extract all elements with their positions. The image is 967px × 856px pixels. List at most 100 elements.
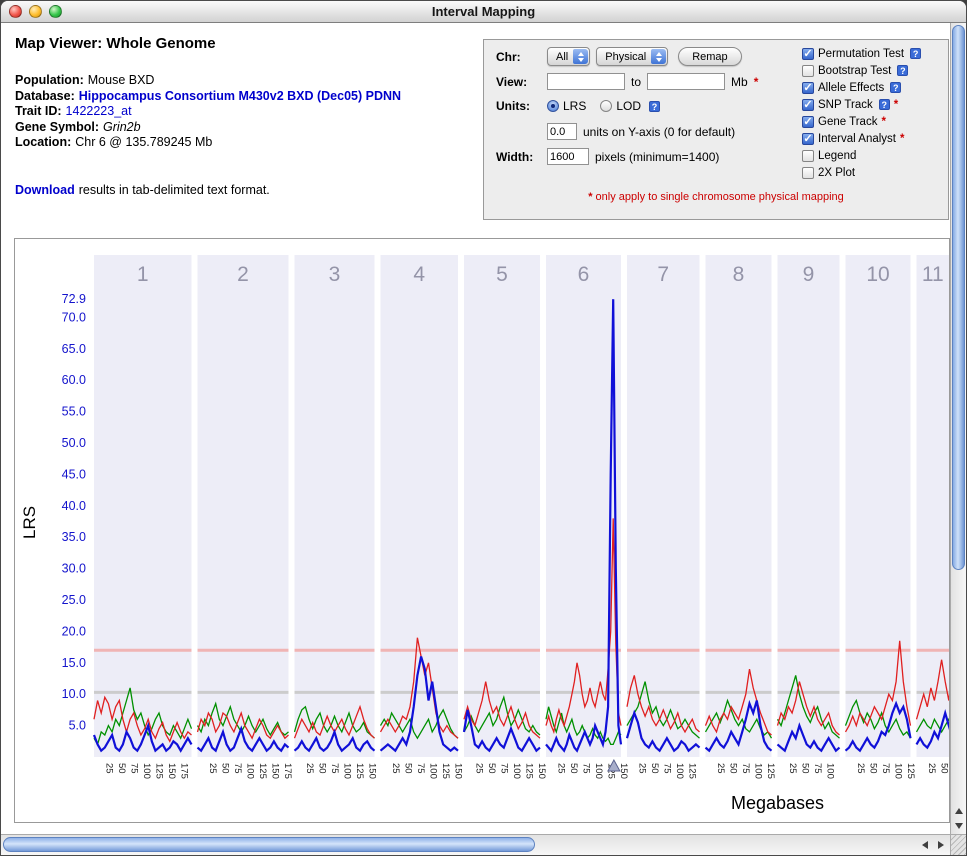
info-block: Map Viewer: Whole Genome Population:Mous… — [15, 35, 401, 197]
chromosome-band[interactable] — [846, 255, 911, 757]
x-axis-tick-label: 125 — [765, 763, 776, 779]
yaxis-units-input[interactable] — [547, 123, 577, 140]
chromosome-column-3[interactable]: 3255075100125150 — [295, 255, 378, 779]
checkbox-label: Gene Track — [818, 116, 877, 128]
chromosome-column-6[interactable]: 6255075100125150 — [546, 255, 629, 779]
chromosome-column-7[interactable]: 7255075100125 — [627, 255, 700, 779]
x-axis-tick-label: 100 — [342, 763, 353, 779]
genome-chart-svg[interactable]: 72.970.065.060.055.050.045.040.035.030.0… — [15, 239, 949, 822]
checkbox-row[interactable]: 2X Plot — [802, 164, 921, 181]
chromosome-band[interactable] — [706, 255, 772, 757]
x-axis-tick-label: 50 — [317, 763, 328, 774]
chromosome-band[interactable] — [295, 255, 375, 757]
checkbox-checked-icon[interactable]: ✓ — [802, 99, 814, 111]
scroll-right-arrow-icon[interactable] — [934, 839, 948, 852]
trait-id-link[interactable]: 1422223_at — [66, 104, 132, 118]
radio-button-icon[interactable] — [547, 100, 559, 112]
checkbox-unchecked-icon[interactable] — [802, 167, 814, 179]
checkbox-checked-icon[interactable]: ✓ — [802, 116, 814, 128]
mapping-control-panel: Chr: All Physical Remap View: to — [483, 39, 949, 220]
chromosome-column-1[interactable]: 1255075100125150175 — [94, 255, 192, 779]
scroll-down-arrow-icon[interactable] — [952, 819, 966, 832]
x-axis-tick-label: 75 — [812, 763, 823, 774]
x-axis-tick-label: 150 — [367, 763, 378, 779]
genome-map-chart[interactable]: 72.970.065.060.055.050.045.040.035.030.0… — [14, 238, 950, 823]
mapping-type-select[interactable]: Physical — [596, 47, 668, 66]
chromosome-column-8[interactable]: 8255075100125 — [706, 255, 777, 779]
chromosome-number: 9 — [803, 263, 815, 286]
chromosome-number: 1 — [137, 263, 149, 286]
x-axis-tick-label: 150 — [453, 763, 464, 779]
vertical-scrollbar[interactable] — [950, 23, 966, 834]
scroll-up-arrow-icon[interactable] — [952, 804, 966, 817]
title-bar[interactable]: Interval Mapping — [1, 1, 966, 23]
x-axis-tick-label: 75 — [880, 763, 891, 774]
chromosome-column-10[interactable]: 10255075100125 — [846, 255, 917, 779]
checkbox-row[interactable]: ✓Gene Track* — [802, 113, 921, 130]
view-start-input[interactable] — [547, 73, 625, 90]
checkbox-checked-icon[interactable]: ✓ — [802, 48, 814, 60]
scroll-left-arrow-icon[interactable] — [918, 839, 932, 852]
database-link[interactable]: Hippocampus Consortium M430v2 BXD (Dec05… — [79, 89, 401, 103]
horizontal-scrollbar-thumb[interactable] — [3, 837, 535, 852]
x-axis-tick-label: 125 — [524, 763, 535, 779]
y-axis-tick-label: 20.0 — [62, 624, 86, 638]
radio-button-icon[interactable] — [600, 100, 612, 112]
help-icon[interactable]: ? — [910, 48, 921, 59]
chromosome-band[interactable] — [94, 255, 192, 757]
checkbox-row[interactable]: ✓SNP Track?* — [802, 96, 921, 113]
plot-width-input[interactable] — [547, 148, 589, 165]
chromosome-band[interactable] — [778, 255, 840, 757]
minimize-button-icon[interactable] — [29, 5, 42, 18]
checkbox-unchecked-icon[interactable] — [802, 150, 814, 162]
x-axis-tick-label: 25 — [855, 763, 866, 774]
y-axis-tick-label: 5.0 — [69, 719, 86, 733]
x-axis-tick-label: 125 — [687, 763, 698, 779]
x-axis-tick-label: 125 — [354, 763, 365, 779]
download-link[interactable]: Download — [15, 183, 75, 197]
help-icon[interactable]: ? — [897, 65, 908, 76]
chromosome-row: Chr: All Physical Remap — [496, 47, 742, 66]
chromosome-column-4[interactable]: 4255075100125150 — [381, 255, 464, 779]
x-axis-tick-label: 100 — [428, 763, 439, 779]
chromosome-band[interactable] — [381, 255, 459, 757]
chromosome-column-11[interactable]: 11255075100 — [917, 255, 950, 779]
x-axis-tick-label: 150 — [536, 763, 547, 779]
checkbox-row[interactable]: ✓Allele Effects? — [802, 79, 921, 96]
chromosome-band[interactable] — [627, 255, 700, 757]
zoom-button-icon[interactable] — [49, 5, 62, 18]
x-axis-tick-label: 25 — [715, 763, 726, 774]
view-end-input[interactable] — [647, 73, 725, 90]
chromosome-select[interactable]: All — [547, 47, 590, 66]
checkbox-label: Bootstrap Test — [818, 65, 891, 77]
help-icon[interactable]: ? — [890, 82, 901, 93]
chromosome-column-9[interactable]: 9255075100 — [778, 255, 840, 779]
checkbox-checked-icon[interactable]: ✓ — [802, 82, 814, 94]
chromosome-band[interactable] — [198, 255, 289, 757]
chromosome-band[interactable] — [464, 255, 540, 757]
radio-option-lrs[interactable]: LRS — [547, 99, 586, 113]
x-axis-tick-label: 75 — [499, 763, 510, 774]
trait-id-row: Trait ID:1422223_at — [15, 104, 401, 120]
checkbox-row[interactable]: ✓Permutation Test? — [802, 45, 921, 62]
units-row: Units: LRSLOD ? — [496, 99, 660, 113]
checkbox-row[interactable]: Legend — [802, 147, 921, 164]
x-axis-tick-label: 25 — [104, 763, 115, 774]
checkbox-checked-icon[interactable]: ✓ — [802, 133, 814, 145]
horizontal-scrollbar[interactable] — [1, 834, 950, 855]
x-axis-tick-label: 175 — [282, 763, 293, 779]
vertical-scrollbar-thumb[interactable] — [952, 25, 965, 570]
checkbox-unchecked-icon[interactable] — [802, 65, 814, 77]
checkbox-row[interactable]: ✓Interval Analyst* — [802, 130, 921, 147]
radio-option-lod[interactable]: LOD — [600, 99, 641, 113]
help-icon[interactable]: ? — [649, 101, 660, 112]
chromosome-band[interactable] — [917, 255, 950, 757]
chromosome-column-2[interactable]: 2255075100125150175 — [198, 255, 294, 779]
chromosome-column-5[interactable]: 5255075100125150 — [464, 255, 547, 779]
close-button-icon[interactable] — [9, 5, 22, 18]
checkbox-list: ✓Permutation Test?Bootstrap Test?✓Allele… — [802, 45, 921, 181]
remap-button[interactable]: Remap — [678, 47, 741, 66]
checkbox-row[interactable]: Bootstrap Test? — [802, 62, 921, 79]
resize-grip[interactable] — [950, 834, 966, 855]
help-icon[interactable]: ? — [879, 99, 890, 110]
